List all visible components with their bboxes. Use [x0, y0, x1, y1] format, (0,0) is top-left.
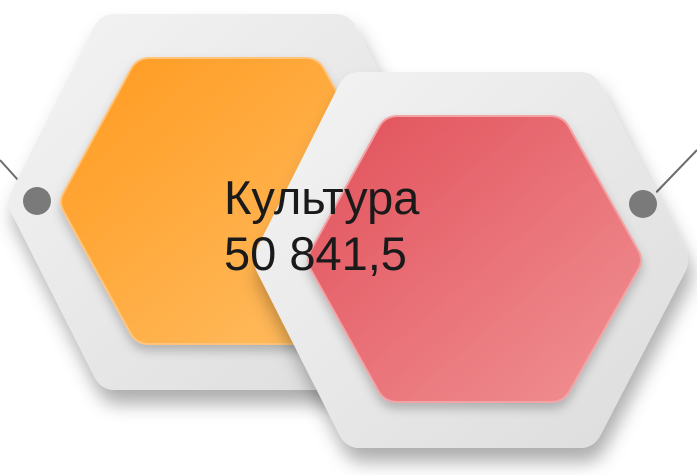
node-label: Культура 50 841,5: [224, 170, 419, 282]
node-title: Культура: [224, 171, 420, 224]
left-connector-dot: [23, 187, 51, 215]
hexagon-diagram: Культура 50 841,5: [0, 0, 697, 475]
right-connector-dot: [629, 190, 657, 218]
node-value: 50 841,5: [224, 227, 407, 280]
